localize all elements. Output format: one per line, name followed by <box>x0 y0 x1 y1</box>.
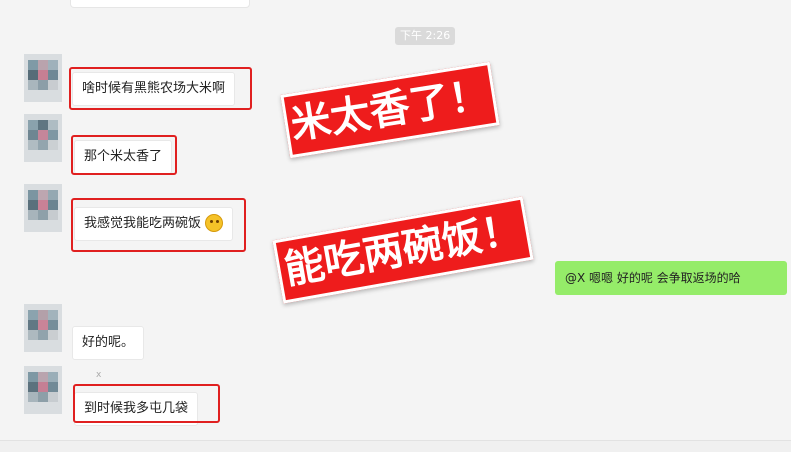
message-bubble[interactable]: 那个米太香了 <box>74 140 173 174</box>
avatar[interactable] <box>24 304 62 352</box>
previous-message-bubble <box>70 0 250 8</box>
avatar[interactable] <box>24 366 62 414</box>
message-bubble[interactable]: 我感觉我能吃两碗饭 <box>74 207 234 241</box>
avatar[interactable] <box>24 114 62 162</box>
thinking-face-emoji <box>205 213 224 232</box>
message-text: 啥时候有黑熊农场大米啊 <box>82 81 226 96</box>
annotation-stamp: 能吃两碗饭！ <box>272 196 534 304</box>
timestamp: 下午 2:26 <box>395 27 456 45</box>
annotation-stamp: 米太香了！ <box>280 61 500 159</box>
message-text: 好的呢。 <box>82 335 135 350</box>
message-bubble[interactable]: 到时候我多屯几袋 <box>74 392 199 426</box>
sender-name: x <box>96 370 102 380</box>
message-text: 那个米太香了 <box>84 149 163 164</box>
message-text: 到时候我多屯几袋 <box>84 401 189 416</box>
avatar[interactable] <box>24 184 62 232</box>
outgoing-message-bubble[interactable]: @X 嗯嗯 好的呢 会争取返场的哈 <box>555 261 787 295</box>
message-text: 我感觉我能吃两碗饭 <box>84 216 202 231</box>
message-bubble[interactable]: 啥时候有黑熊农场大米啊 <box>72 72 236 106</box>
message-bubble[interactable]: 好的呢。 <box>72 326 145 360</box>
input-area[interactable] <box>0 441 791 452</box>
chat-panel: 下午 2:26 啥时候有黑熊农场大米啊 那个米太香了 我感觉我能吃两碗饭 好的呢… <box>0 0 791 440</box>
outgoing-message-text: @X 嗯嗯 好的呢 会争取返场的哈 <box>565 271 741 285</box>
avatar[interactable] <box>24 54 62 102</box>
